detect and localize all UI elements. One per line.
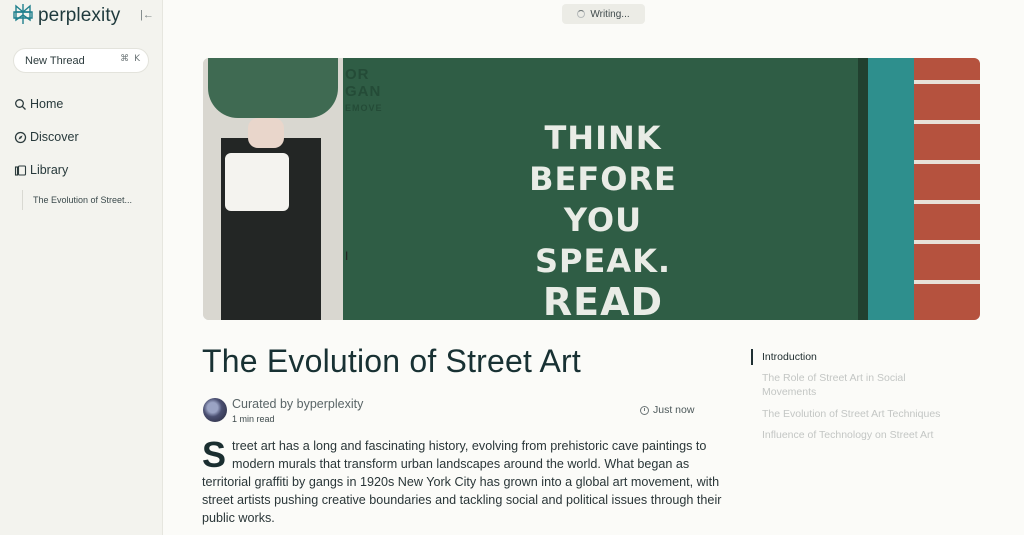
article-body-text: treet art has a long and fascinating his… [202, 439, 722, 525]
sidebar: perplexity |← New Thread ⌘ K Home Discov… [0, 0, 163, 535]
curator-label[interactable]: Curated by byperplexity [232, 397, 363, 411]
article-title: The Evolution of Street Art [202, 343, 581, 379]
posted-time-label: Just now [653, 404, 695, 416]
spinner-icon [577, 10, 586, 18]
article-body: Street art has a long and fascinating hi… [202, 437, 722, 527]
clock-icon [640, 405, 649, 415]
perplexity-logo-icon [12, 3, 34, 30]
faded-stencil-line: EMOVE [345, 103, 383, 113]
new-thread-button[interactable]: New Thread ⌘ K [13, 48, 149, 73]
brand-name: perplexity [38, 5, 121, 26]
toc-active-indicator [751, 349, 753, 365]
brand-logo[interactable]: perplexity [12, 3, 121, 30]
photo-brick-wall [914, 58, 980, 320]
writing-status: Writing... [562, 4, 645, 24]
read-time: 1 min read [232, 414, 275, 424]
photo-stencil-text: THINK BEFORE YOU SPEAK. READ [503, 118, 703, 320]
thread-title: The Evolution of Street... [33, 195, 133, 205]
sidebar-item-home[interactable]: Home [14, 95, 63, 113]
posted-time: Just now [640, 404, 694, 416]
faded-stencil-line: OR [345, 66, 370, 83]
stencil-line: YOU [563, 201, 643, 239]
search-icon [15, 98, 26, 110]
photo-person-arm [208, 58, 338, 118]
toc-item-introduction[interactable]: Introduction [762, 350, 962, 364]
photo-faded-stencil: OR GAN EMOVE [345, 66, 465, 136]
stencil-line: THINK [544, 119, 662, 157]
sidebar-item-label: Home [30, 97, 64, 111]
sidebar-item-discover[interactable]: Discover [14, 128, 79, 146]
library-icon [14, 164, 27, 176]
compass-icon [14, 131, 27, 143]
toc-item-techniques[interactable]: The Evolution of Street Art Techniques [762, 407, 962, 421]
hero-image: OR GAN EMOVE THINK BEFORE YOU SPEAK. REA… [203, 58, 980, 320]
photo-teal-post [868, 58, 914, 320]
sidebar-item-label: Library [30, 163, 69, 177]
collapse-sidebar-icon[interactable]: |← [140, 8, 154, 22]
photo-person-hand [248, 118, 284, 148]
sidebar-item-label: Discover [30, 130, 79, 144]
writing-status-label: Writing... [590, 8, 630, 20]
library-thread-item[interactable]: The Evolution of Street... [22, 190, 132, 210]
new-thread-label: New Thread [25, 54, 85, 67]
text-cursor-icon: I [345, 249, 349, 263]
photo-bag [225, 153, 289, 211]
drop-cap: S [202, 434, 227, 475]
toc-item-social-movements[interactable]: The Role of Street Art in Social Movemen… [762, 371, 962, 399]
shortcut-key: K [134, 54, 140, 64]
stencil-line: SPEAK. [534, 242, 672, 280]
shortcut-hint: ⌘ K [120, 54, 140, 64]
faded-stencil-line: GAN [345, 83, 382, 100]
stencil-line: BEFORE [529, 160, 677, 198]
command-key-icon: ⌘ [120, 54, 130, 64]
avatar[interactable] [203, 398, 227, 422]
sidebar-item-library[interactable]: Library [14, 161, 68, 179]
toc-item-technology[interactable]: Influence of Technology on Street Art [762, 428, 962, 442]
stencil-line: READ [542, 280, 664, 321]
